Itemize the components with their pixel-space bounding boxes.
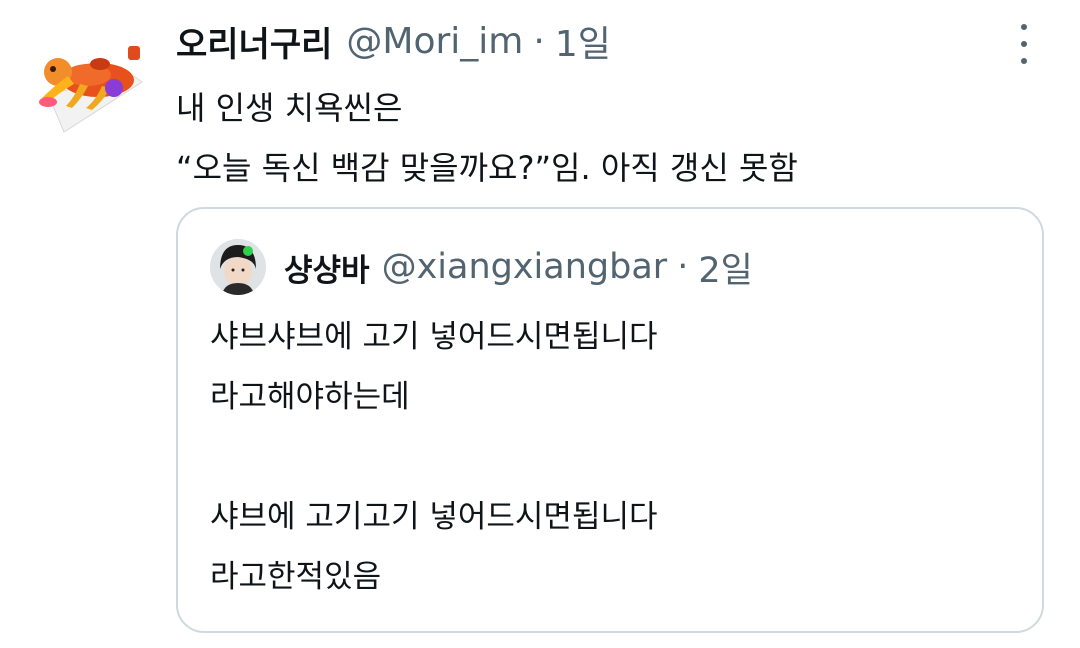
quoted-text-line: 샤브샤브에 고기 넣어드시면됩니다 bbox=[210, 319, 658, 355]
tweet-text-line: 내 인생 치욕씬은 bbox=[176, 89, 403, 127]
quoted-handle[interactable]: @xiangxiangbar bbox=[382, 247, 668, 287]
display-name[interactable]: 오리너구리 bbox=[176, 17, 332, 66]
quoted-avatar[interactable] bbox=[210, 239, 266, 295]
quoted-timestamp[interactable]: 2일 bbox=[698, 242, 752, 293]
quoted-text-line bbox=[210, 427, 1010, 487]
separator: · bbox=[533, 20, 545, 62]
more-dot bbox=[1021, 41, 1027, 47]
handle[interactable]: @Mori_im bbox=[346, 21, 523, 62]
quoted-header: 샹샹바 @xiangxiangbar · 2일 bbox=[284, 239, 753, 295]
tweet-header: 오리너구리 @Mori_im · 1일 bbox=[176, 14, 611, 68]
quoted-separator: · bbox=[677, 247, 689, 287]
more-dot bbox=[1021, 24, 1027, 30]
tweet[interactable]: 오리너구리 @Mori_im · 1일 내 인생 치욕씬은 “오늘 독신 백감 … bbox=[0, 0, 1080, 648]
quoted-display-name[interactable]: 샹샹바 bbox=[284, 245, 370, 290]
tweet-text-line: “오늘 독신 백감 맞을까요?”임. 아직 갱신 못함 bbox=[176, 149, 798, 187]
quoted-text-line: 라고해야하는데 bbox=[210, 379, 410, 415]
timestamp[interactable]: 1일 bbox=[555, 15, 611, 67]
quoted-text-line: 샤브에 고기고기 넣어드시면됩니다 bbox=[210, 499, 658, 535]
avatar[interactable] bbox=[34, 36, 150, 136]
quoted-text: 샤브샤브에 고기 넣어드시면됩니다 라고해야하는데 샤브에 고기고기 넣어드시면… bbox=[210, 307, 1010, 607]
tweet-text: 내 인생 치욕씬은 “오늘 독신 백감 맞을까요?”임. 아직 갱신 못함 bbox=[176, 78, 1036, 198]
more-dot bbox=[1021, 58, 1027, 64]
quoted-tweet[interactable]: 샹샹바 @xiangxiangbar · 2일 샤브샤브에 고기 넣어드시면됩니… bbox=[176, 207, 1044, 633]
quoted-text-line: 라고한적있음 bbox=[210, 559, 382, 595]
more-vertical-icon[interactable] bbox=[1012, 24, 1036, 64]
